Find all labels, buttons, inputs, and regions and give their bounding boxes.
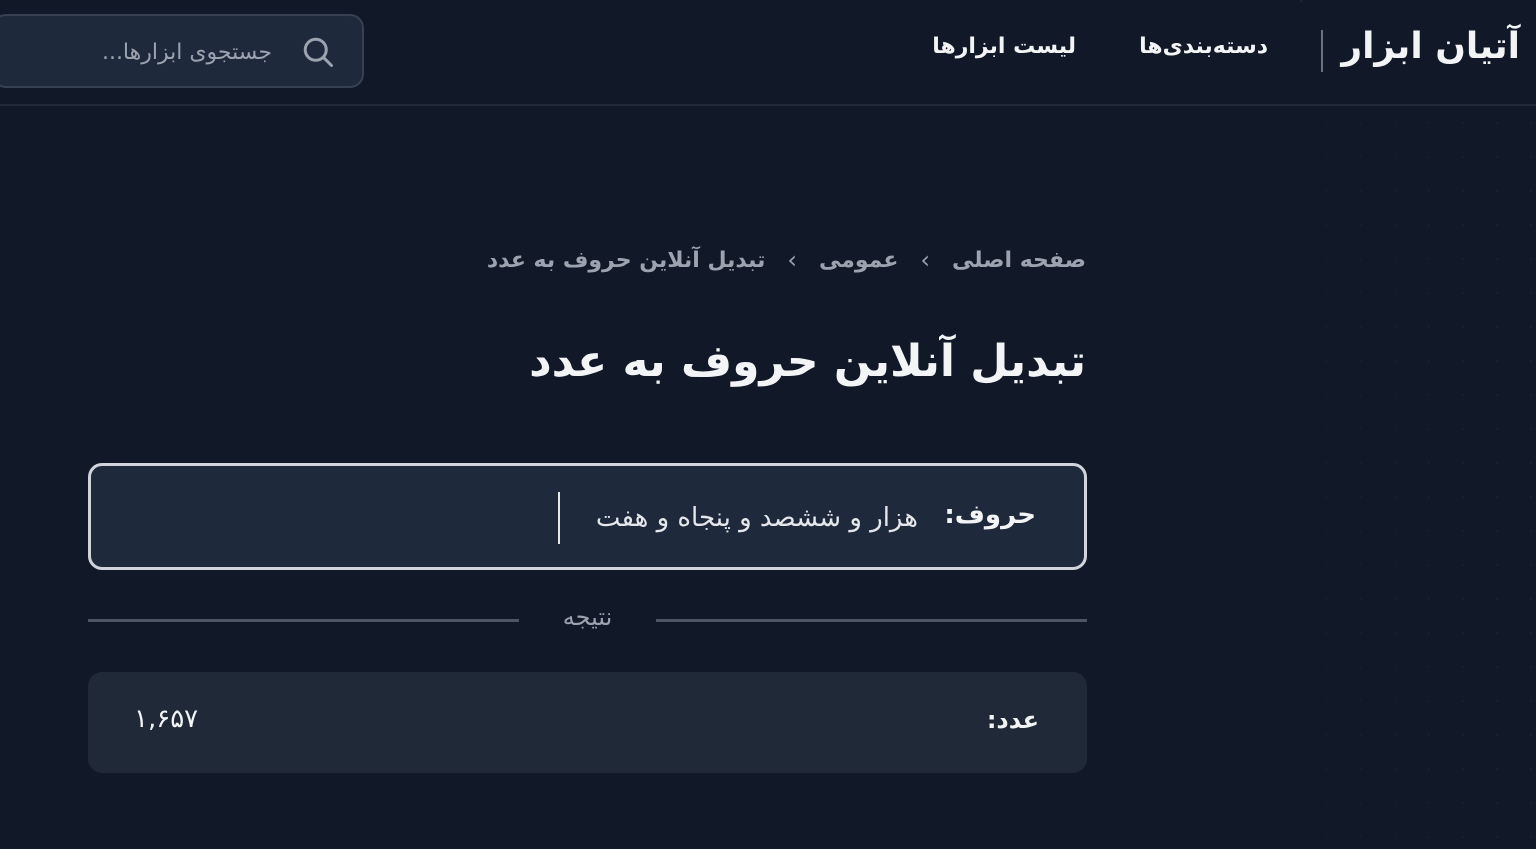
result-label: عدد: [986, 706, 1039, 734]
letters-input-label: حروف: [944, 500, 1036, 530]
search-icon[interactable] [300, 34, 336, 70]
search-box[interactable] [0, 14, 364, 88]
background-dot-pattern [1106, 106, 1536, 849]
site-header: آتیان ابزار دسته‌بندی‌ها لیست ابزارها [0, 0, 1536, 106]
nav-tools-list-link[interactable]: لیست ابزارها [932, 34, 1076, 59]
page-title: تبدیل آنلاین حروف به عدد [529, 336, 1086, 387]
chevron-left-icon: › [920, 246, 930, 274]
site-logo[interactable]: آتیان ابزار [1341, 26, 1520, 67]
result-value[interactable]: ۱,۶۵۷ [134, 704, 198, 734]
divider-line-left [88, 619, 519, 622]
chevron-left-icon: › [787, 246, 797, 274]
breadcrumb-home[interactable]: صفحه اصلی [952, 248, 1086, 273]
header-divider [1321, 30, 1323, 72]
result-box: عدد: ۱,۶۵۷ [88, 672, 1087, 773]
letters-input[interactable] [558, 492, 918, 544]
result-heading: نتیجه [562, 603, 613, 631]
breadcrumb-current: تبدیل آنلاین حروف به عدد [486, 247, 766, 273]
letters-input-box[interactable]: حروف: [88, 463, 1087, 570]
search-input[interactable] [12, 30, 272, 74]
breadcrumb-category[interactable]: عمومی [819, 248, 898, 273]
result-divider: نتیجه [88, 603, 1087, 639]
breadcrumb: صفحه اصلی › عمومی › تبدیل آنلاین حروف به… [487, 240, 1086, 280]
nav-categories-link[interactable]: دسته‌بندی‌ها [1139, 34, 1268, 59]
